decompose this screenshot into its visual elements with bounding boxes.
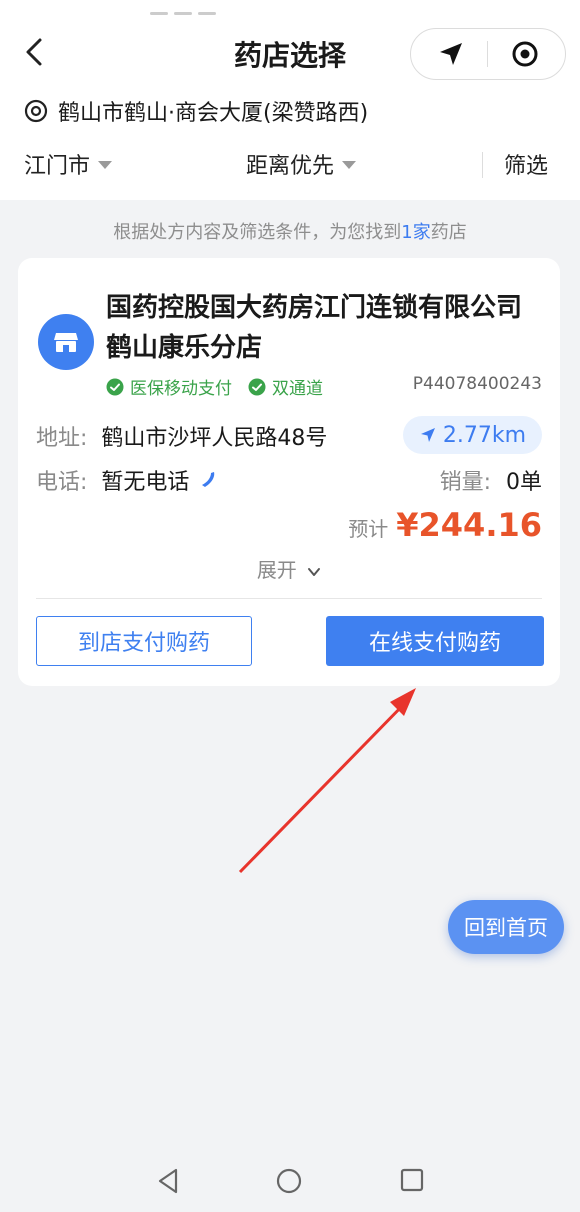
store-icon — [54, 333, 78, 352]
distance-value: 2.77km — [442, 422, 526, 448]
expand-label: 展开 — [256, 558, 297, 582]
price-value: ¥244.16 — [396, 506, 542, 544]
pin-icon — [24, 99, 48, 123]
address-label: 地址: — [36, 426, 88, 451]
filter-divider — [482, 152, 483, 178]
pharmacy-name: 国药控股国大药房江门连锁有限公司鹤山康乐分店 — [106, 293, 523, 363]
sort-filter[interactable]: 距离优先 — [246, 148, 357, 180]
target-icon[interactable] — [511, 40, 539, 68]
system-nav-bar — [0, 1140, 580, 1212]
screen-filter-button[interactable]: 筛选 — [504, 148, 548, 180]
summary-prefix: 根据处方内容及筛选条件，为您找到 — [113, 222, 402, 243]
phone-label: 电话: — [36, 470, 88, 495]
license-number: P44078400243 — [412, 374, 542, 394]
city-filter-label: 江门市 — [24, 154, 91, 179]
pharmacy-card[interactable]: 国药控股国大药房江门连锁有限公司鹤山康乐分店 医保移动支付 双通道 P44078… — [18, 258, 560, 686]
phone-value: 暂无电话 — [101, 470, 190, 495]
pay-in-store-button[interactable]: 到店支付购药 — [36, 616, 252, 666]
distance-badge[interactable]: 2.77km — [402, 416, 542, 454]
location-arrow-icon — [420, 428, 435, 442]
address-row: 地址: 鹤山市沙坪人民路48号 — [36, 420, 327, 452]
result-summary: 根据处方内容及筛选条件，为您找到1家药店 — [0, 218, 580, 244]
address-value: 鹤山市沙坪人民路48号 — [101, 426, 328, 451]
summary-count: 1家 — [401, 222, 431, 243]
sales-label: 销量: — [439, 470, 491, 495]
tag-dual-channel: 双通道 — [248, 374, 323, 399]
summary-suffix: 药店 — [430, 222, 467, 243]
status-bar — [150, 0, 240, 15]
check-icon — [106, 378, 124, 395]
chevron-down-icon — [308, 567, 321, 576]
nav-home-icon[interactable] — [276, 1168, 302, 1194]
nav-recent-apps-icon[interactable] — [400, 1168, 424, 1192]
filter-bar: 江门市 距离优先 筛选 — [0, 148, 580, 188]
sort-filter-label: 距离优先 — [246, 154, 335, 179]
mini-program-capsule — [410, 28, 566, 80]
capsule-divider — [487, 41, 488, 67]
price-label: 预计 — [348, 517, 389, 541]
dropdown-triangle-icon — [98, 161, 113, 169]
pay-online-button[interactable]: 在线支付购药 — [326, 616, 544, 666]
sales-value: 0单 — [506, 470, 542, 495]
back-to-home-button[interactable]: 回到首页 — [448, 900, 564, 954]
pharmacy-tags: 医保移动支付 双通道 — [106, 374, 339, 399]
location-text: 鹤山市鹤山·商会大厦(梁赞路西) — [58, 101, 369, 126]
current-location[interactable]: 鹤山市鹤山·商会大厦(梁赞路西) — [24, 96, 368, 126]
sales-count: 销量: 0单 — [440, 464, 542, 496]
top-bar: 药店选择 鹤山市鹤山·商会大厦(梁赞路西) 江门市 距离优先 筛选 — [0, 0, 580, 200]
phone-row: 电话: 暂无电话 — [36, 464, 219, 496]
store-avatar — [38, 314, 94, 370]
location-arrow-icon[interactable] — [437, 40, 465, 68]
phone-icon[interactable] — [199, 470, 219, 490]
expand-toggle[interactable]: 展开 — [18, 554, 560, 583]
tag-label: 医保移动支付 — [130, 379, 232, 399]
nav-back-icon[interactable] — [156, 1168, 180, 1194]
tag-medical-insurance: 医保移动支付 — [106, 374, 232, 399]
tag-label: 双通道 — [272, 379, 323, 399]
estimated-price: 预计 ¥244.16 — [348, 506, 542, 544]
card-divider — [36, 598, 542, 599]
check-icon — [248, 378, 266, 395]
dropdown-triangle-icon — [342, 161, 357, 169]
city-filter[interactable]: 江门市 — [24, 148, 113, 180]
annotation-arrow — [238, 688, 416, 874]
